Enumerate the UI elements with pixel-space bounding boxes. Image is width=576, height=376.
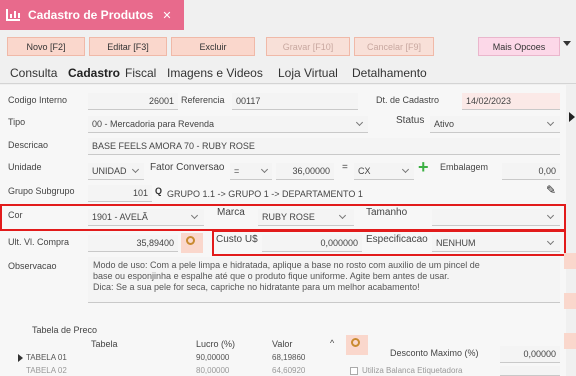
embalagem-field[interactable]: 0,00: [502, 163, 560, 180]
mais-opcoes-button[interactable]: Mais Opcoes: [478, 37, 560, 56]
especificacao-select[interactable]: NENHUM: [432, 235, 560, 252]
status-label: Status: [396, 115, 425, 126]
referencia-label: Referencia: [181, 95, 225, 105]
marca-label: Marca: [217, 207, 245, 218]
chevron-down-icon[interactable]: [563, 41, 571, 46]
scroll-up-icon[interactable]: ^: [330, 338, 334, 348]
ult-vl-compra-label: Ult. Vl. Compra: [8, 237, 70, 247]
grupo-description: GRUPO 1.1 -> GRUPO 1 -> DEPARTAMENTO 1: [167, 188, 363, 199]
magnifier-icon: [186, 236, 195, 245]
observacao-label: Observacao: [8, 261, 57, 271]
title-bar: Cadastro de Produtos ✕: [0, 0, 576, 30]
search-preco-button[interactable]: [346, 335, 368, 355]
close-icon[interactable]: ✕: [162, 9, 171, 22]
table-row-lucro[interactable]: 80,00000: [196, 366, 229, 375]
expand-arrow-icon[interactable]: [569, 112, 575, 122]
custo-us-label: Custo U$: [216, 234, 258, 245]
table-row-valor[interactable]: 68,19860: [272, 353, 305, 362]
grupo-code-field[interactable]: 101: [88, 185, 152, 202]
desconto-maximo-field[interactable]: 0,00000: [500, 346, 560, 363]
balanca-checkbox[interactable]: [350, 367, 358, 375]
fator-conversao-label: Fator Conversao: [150, 162, 225, 173]
tab-loja-virtual[interactable]: Loja Virtual: [278, 66, 338, 80]
sub-tab-bar: Consulta Cadastro Fiscal Imagens e Video…: [0, 60, 576, 84]
col-lucro-header: Lucro (%): [196, 339, 236, 349]
chart-icon: [6, 9, 20, 21]
tab-cadastro[interactable]: Cadastro: [68, 66, 120, 80]
custo-us-field[interactable]: 0,000000: [262, 235, 362, 252]
tab-imagens-videos[interactable]: Imagens e Videos: [167, 66, 263, 80]
table-row-tabela[interactable]: TABELA 02: [26, 366, 67, 375]
table-row-tabela[interactable]: TABELA 01: [26, 353, 67, 362]
excluir-button[interactable]: Excluir: [171, 37, 255, 56]
tipo-label: Tipo: [8, 117, 26, 127]
table-row-valor[interactable]: 64,60920: [272, 366, 305, 375]
novo-button[interactable]: Novo [F2]: [7, 37, 85, 56]
tab-fiscal[interactable]: Fiscal: [125, 66, 156, 80]
codigo-interno-field[interactable]: 26001: [88, 93, 178, 110]
cor-select[interactable]: 1901 - AVELÃ: [88, 209, 204, 226]
current-row-marker-icon: [18, 354, 23, 362]
search-compra-button[interactable]: [181, 233, 203, 253]
ult-vl-compra-field[interactable]: 35,89400: [88, 235, 178, 252]
gravar-button[interactable]: Gravar [F10]: [266, 37, 350, 56]
magnifier-icon: [351, 338, 360, 347]
col-valor-header: Valor: [272, 339, 293, 349]
side-button[interactable]: [564, 253, 576, 269]
observacao-textarea[interactable]: Modo de uso: Com a pele limpa e hidratad…: [88, 257, 560, 303]
balanca-label: Utiliza Balanca Etiquetadora: [362, 366, 463, 375]
col-tabela-header: Tabela: [91, 339, 118, 349]
dt-cadastro-label: Dt. de Cadastro: [376, 95, 440, 105]
tamanho-select[interactable]: [432, 209, 560, 226]
toolbar: Novo [F2] Editar [F3] Excluir Gravar [F1…: [0, 30, 576, 60]
add-unidade-icon[interactable]: +: [418, 157, 429, 178]
dt-cadastro-field[interactable]: 14/02/2023: [462, 93, 560, 110]
cor-label: Cor: [8, 210, 23, 220]
cancelar-button[interactable]: Cancelar [F9]: [354, 37, 434, 56]
side-button[interactable]: [564, 293, 576, 309]
tab-cadastro-produtos[interactable]: Cadastro de Produtos ✕: [0, 0, 184, 30]
tabela-preco-panel: Tabela de Preco Tabela Lucro (%) Valor ^…: [0, 317, 560, 376]
tipo-select[interactable]: 00 - Mercadoria para Revenda: [88, 116, 368, 133]
side-button[interactable]: [564, 333, 576, 349]
codigo-interno-label: Codigo Interno: [8, 95, 68, 105]
balanca-field[interactable]: [500, 366, 560, 376]
cadastro-form: Codigo Interno 26001 Referencia 00117 Dt…: [0, 85, 566, 376]
editar-button[interactable]: Editar [F3]: [89, 37, 167, 56]
status-select[interactable]: Ativo: [430, 116, 560, 133]
tab-title: Cadastro de Produtos: [28, 8, 154, 22]
unidade-label: Unidade: [8, 162, 42, 172]
descricao-label: Descricao: [8, 140, 49, 150]
grupo-subgrupo-label: Grupo Subgrupo: [8, 186, 75, 196]
descricao-field[interactable]: BASE FEELS AMORA 70 - RUBY ROSE: [88, 138, 560, 155]
tab-consulta[interactable]: Consulta: [10, 66, 57, 80]
table-row-lucro[interactable]: 90,00000: [196, 353, 229, 362]
embalagem-label: Embalagem: [440, 162, 489, 172]
pencil-icon[interactable]: ✎: [546, 183, 556, 197]
marca-select[interactable]: RUBY ROSE: [258, 209, 354, 226]
equals-sign: =: [342, 162, 348, 173]
tamanho-label: Tamanho: [366, 207, 408, 218]
tabela-preco-title: Tabela de Preco: [32, 325, 98, 335]
tab-detalhamento[interactable]: Detalhamento: [352, 66, 427, 80]
desconto-maximo-label: Desconto Maximo (%): [390, 348, 479, 358]
referencia-field[interactable]: 00117: [232, 93, 358, 110]
fator-value-field[interactable]: 36,00000: [276, 163, 334, 180]
search-icon[interactable]: Q: [155, 186, 162, 196]
especificacao-label: Especificacao: [366, 234, 428, 245]
